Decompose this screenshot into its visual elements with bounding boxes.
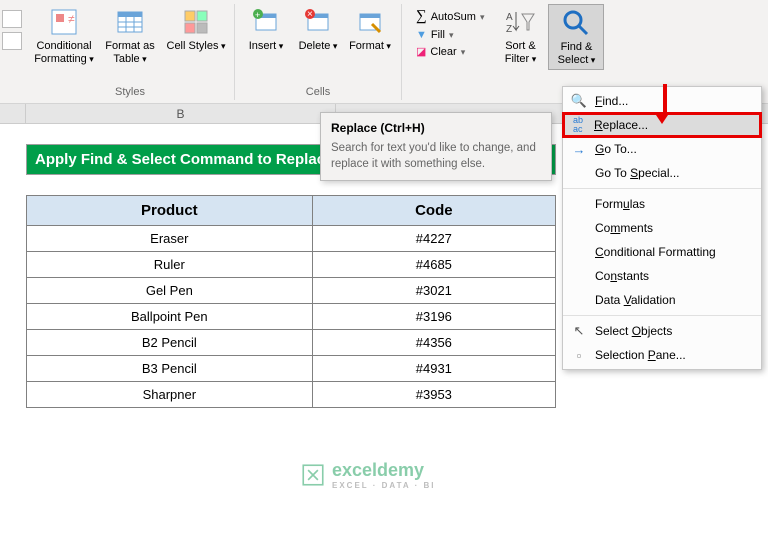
tooltip-title: Replace (Ctrl+H): [331, 121, 541, 135]
conditional-formatting-button[interactable]: ≠ Conditional Formatting: [32, 4, 96, 68]
group-cells: + Insert × Delete Format Cells: [235, 4, 402, 100]
edge-btn-2[interactable]: [2, 32, 22, 50]
cell-styles-label: Cell Styles: [167, 40, 226, 53]
header-product: Product: [27, 196, 313, 226]
cursor-icon: ↖: [571, 323, 587, 339]
col-header-b[interactable]: B: [26, 104, 336, 123]
insert-label: Insert: [249, 40, 284, 53]
sort-filter-button[interactable]: AZ Sort & Filter: [494, 4, 546, 68]
menu-separator: [563, 188, 761, 189]
watermark-icon: [300, 462, 326, 488]
group-cells-label: Cells: [306, 86, 330, 100]
watermark-brand: exceldemy: [332, 460, 424, 480]
svg-text:≠: ≠: [68, 12, 75, 26]
menu-constants[interactable]: Constants: [563, 264, 761, 288]
format-as-table-icon: [114, 6, 146, 38]
watermark-tagline: EXCEL · DATA · BI: [332, 481, 435, 490]
svg-text:+: +: [255, 10, 260, 20]
delete-button[interactable]: × Delete: [293, 4, 343, 55]
data-table: Product Code Eraser#4227 Ruler#4685 Gel …: [26, 195, 556, 408]
menu-goto[interactable]: → Go To...: [563, 137, 761, 161]
menu-select-objects[interactable]: ↖ Select Objects: [563, 319, 761, 343]
sort-filter-icon: AZ: [504, 6, 536, 38]
table-row: B2 Pencil#4356: [27, 330, 556, 356]
autosum-button[interactable]: ∑ AutoSum: [412, 6, 488, 27]
format-button[interactable]: Format: [345, 4, 395, 55]
sort-filter-label: Sort & Filter: [496, 40, 544, 66]
group-styles: ≠ Conditional Formatting Format as Table…: [26, 4, 235, 100]
find-select-menu: 🔍 Find... abac Replace... → Go To... Go …: [562, 86, 762, 370]
find-select-label: Find & Select: [551, 41, 601, 67]
cell-styles-button[interactable]: Cell Styles: [164, 4, 228, 55]
insert-button[interactable]: + Insert: [241, 4, 291, 55]
edge-buttons: [0, 4, 26, 56]
menu-separator: [563, 315, 761, 316]
cell-styles-icon: [180, 6, 212, 38]
group-editing-label: [505, 86, 508, 100]
annotation-arrow: [660, 84, 670, 124]
sigma-icon: ∑: [416, 8, 427, 25]
fill-button[interactable]: ▼ Fill: [412, 27, 488, 43]
svg-text:×: ×: [307, 9, 313, 20]
header-code: Code: [312, 196, 555, 226]
insert-icon: +: [250, 6, 282, 38]
svg-text:Z: Z: [506, 24, 512, 35]
table-row: Gel Pen#3021: [27, 278, 556, 304]
find-select-button[interactable]: Find & Select: [548, 4, 604, 70]
format-as-table-button[interactable]: Format as Table: [98, 4, 162, 68]
menu-cond-fmt[interactable]: Conditional Formatting: [563, 240, 761, 264]
delete-icon: ×: [302, 6, 334, 38]
clear-button[interactable]: ◪ Clear: [412, 43, 488, 60]
corner-cell[interactable]: [0, 104, 26, 123]
replace-icon: abac: [570, 117, 586, 133]
fill-label: Fill: [431, 29, 445, 41]
menu-formulas[interactable]: Formulas: [563, 192, 761, 216]
watermark: exceldemy EXCEL · DATA · BI: [300, 460, 435, 490]
menu-data-validation[interactable]: Data Validation: [563, 288, 761, 312]
menu-selection-pane[interactable]: ▫ Selection Pane...: [563, 343, 761, 367]
format-icon: [354, 6, 386, 38]
edge-btn-1[interactable]: [2, 10, 22, 28]
search-icon: 🔍: [571, 93, 587, 109]
table-row: Eraser#4227: [27, 226, 556, 252]
table-row: Sharpner#3953: [27, 382, 556, 408]
table-row: B3 Pencil#4931: [27, 356, 556, 382]
replace-tooltip: Replace (Ctrl+H) Search for text you'd l…: [320, 112, 552, 181]
menu-comments[interactable]: Comments: [563, 216, 761, 240]
eraser-icon: ◪: [416, 45, 426, 58]
tooltip-desc: Search for text you'd like to change, an…: [331, 141, 541, 172]
goto-icon: →: [571, 141, 587, 157]
pane-icon: ▫: [571, 347, 587, 363]
delete-label: Delete: [299, 40, 338, 53]
menu-goto-special[interactable]: Go To Special...: [563, 161, 761, 185]
table-row: Ballpoint Pen#3196: [27, 304, 556, 330]
table-row: Ruler#4685: [27, 252, 556, 278]
clear-label: Clear: [430, 46, 456, 58]
svg-text:A: A: [506, 12, 513, 23]
conditional-formatting-label: Conditional Formatting: [34, 40, 94, 66]
find-select-icon: [560, 7, 592, 39]
fill-icon: ▼: [416, 29, 427, 41]
conditional-formatting-icon: ≠: [48, 6, 80, 38]
format-as-table-label: Format as Table: [100, 40, 160, 66]
format-label: Format: [349, 40, 391, 53]
group-styles-label: Styles: [115, 86, 145, 100]
autosum-label: AutoSum: [431, 11, 476, 23]
